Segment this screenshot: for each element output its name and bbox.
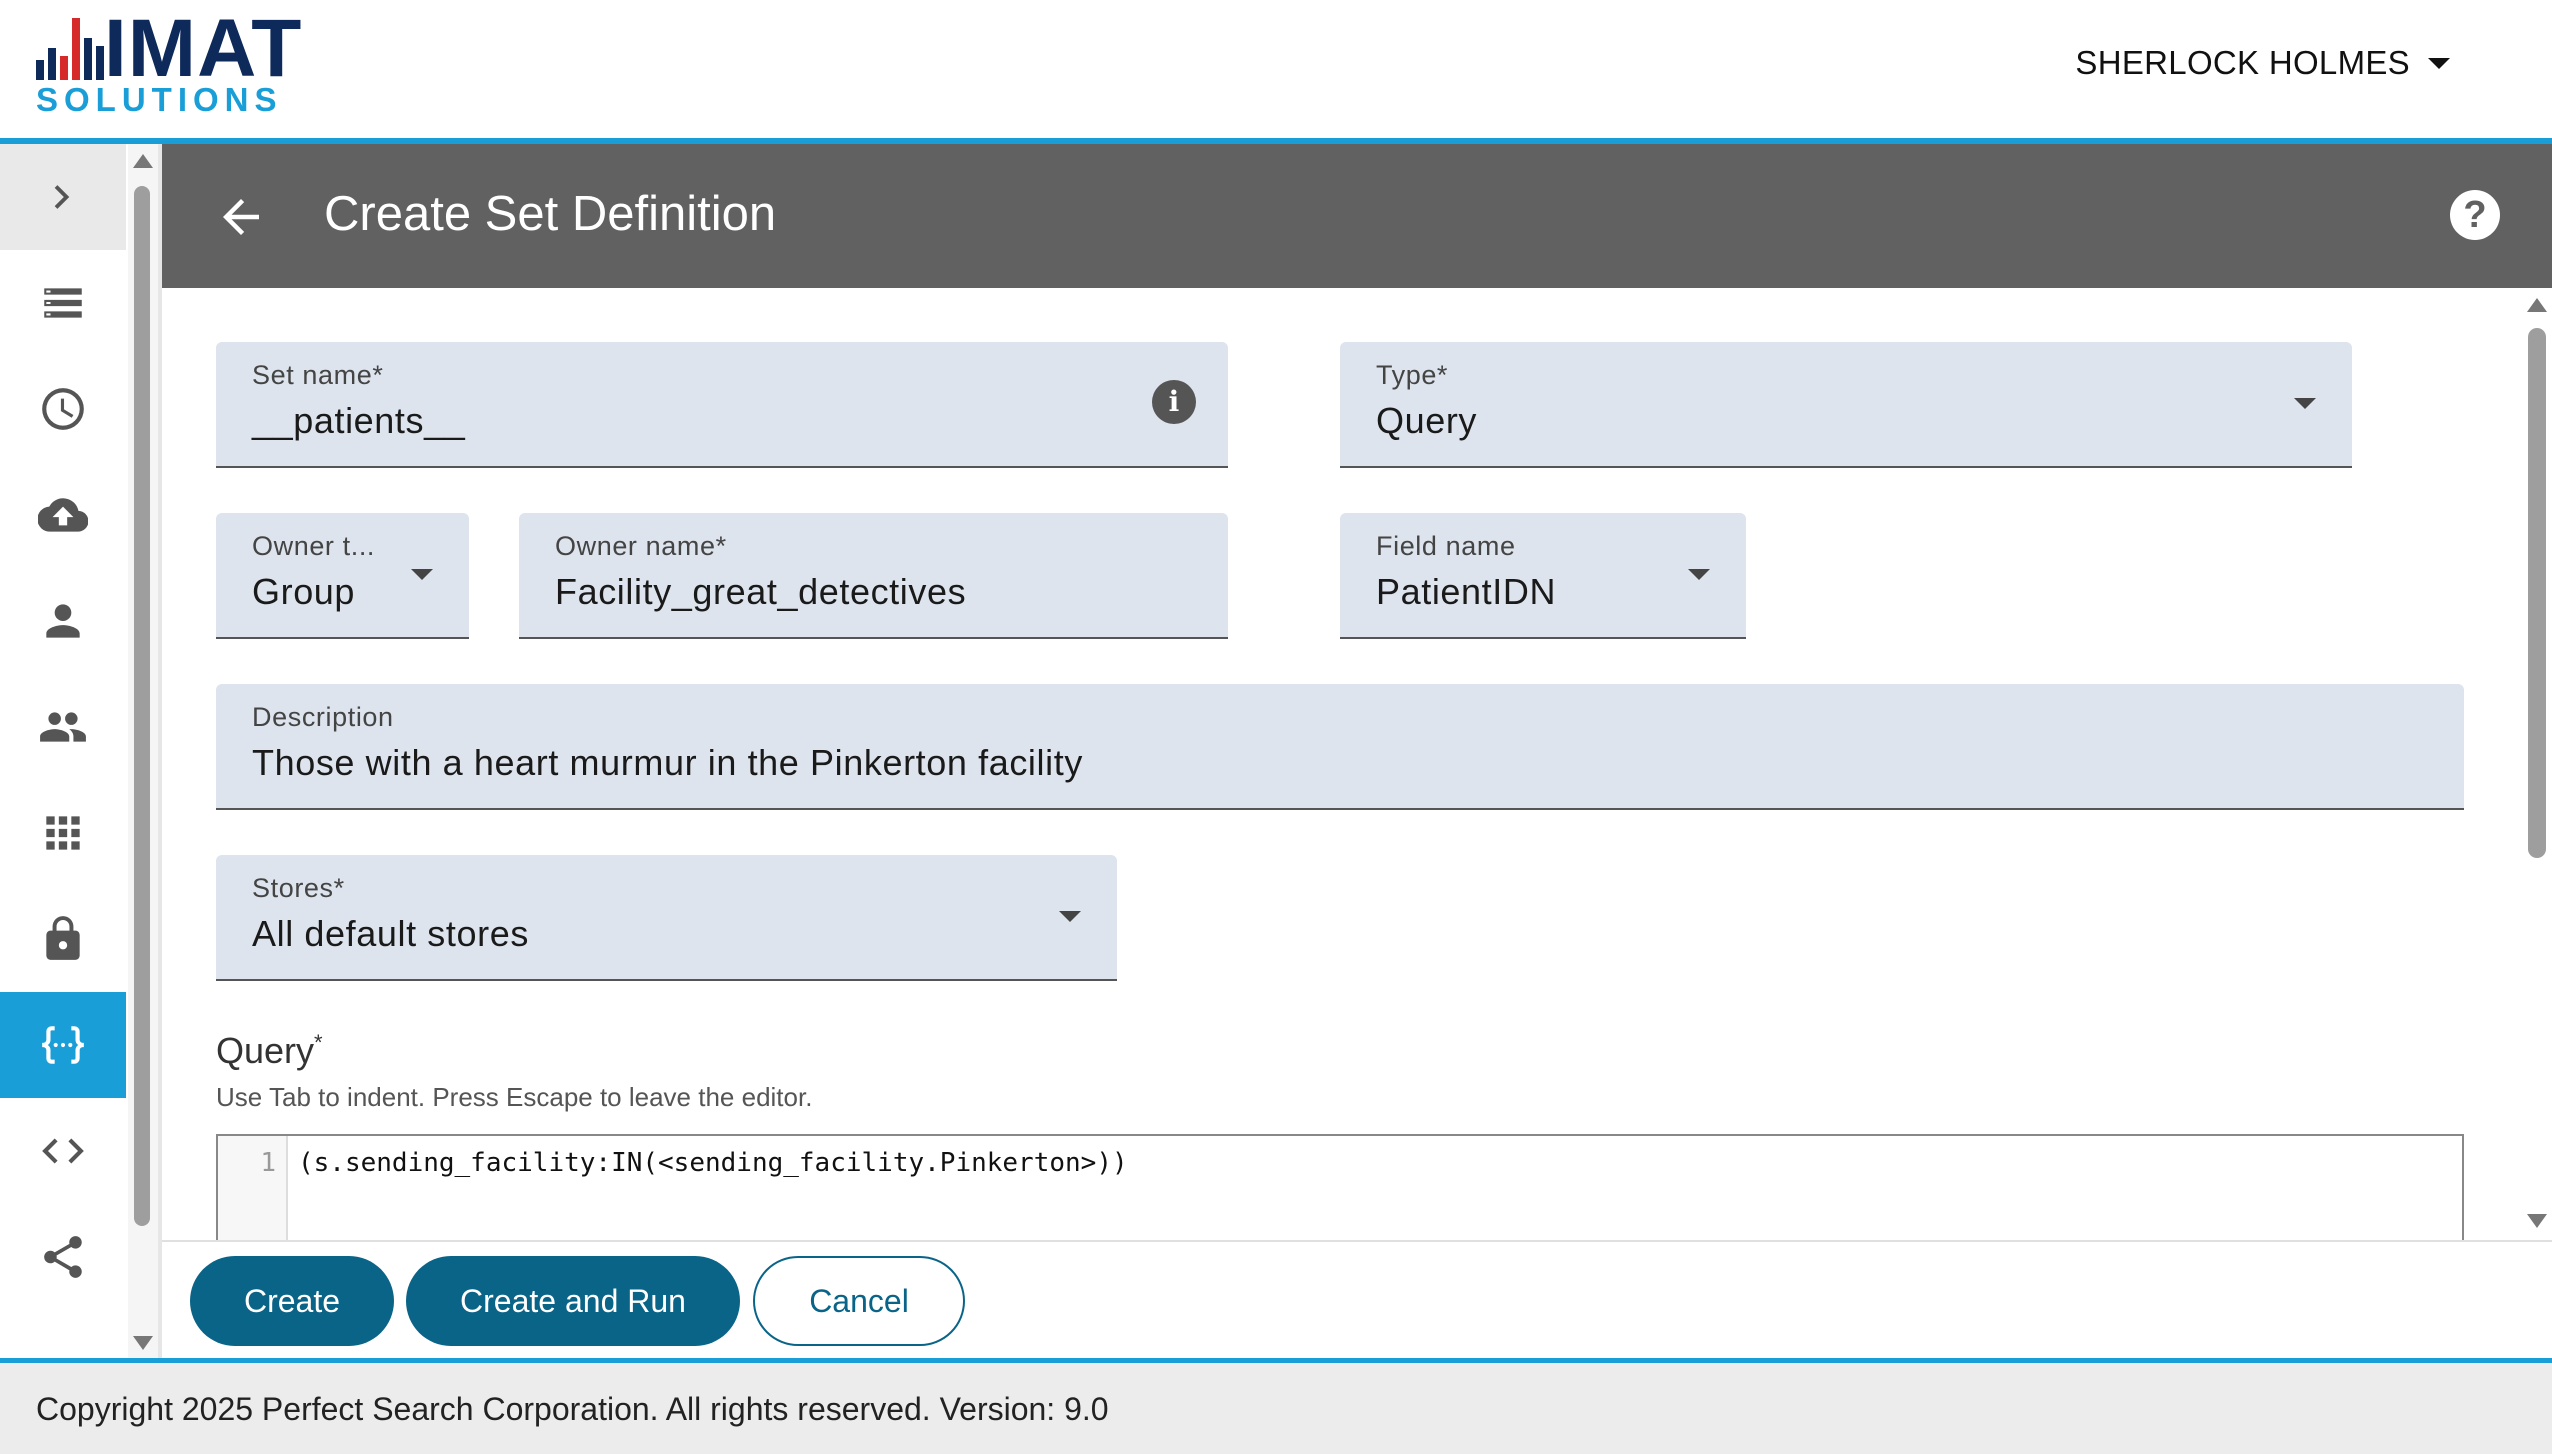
caret-down-icon [411,569,433,580]
required-mark: * [314,1030,323,1055]
caret-down-icon [1688,569,1710,580]
sidebar-item-sets[interactable] [0,250,126,356]
sidebar-item-security[interactable] [0,886,126,992]
caret-down-icon [2428,57,2450,69]
form-action-bar: Create Create and Run Cancel [162,1240,2552,1362]
line-number: 1 [260,1148,276,1178]
sidebar-expand-button[interactable] [0,144,126,250]
sidebar-item-apps[interactable] [0,780,126,886]
user-name: SHERLOCK HOLMES [2075,44,2410,81]
info-icon[interactable]: i [1152,380,1196,424]
stores-value: All default stores [252,913,529,954]
share-icon [44,1236,82,1278]
cancel-button[interactable]: Cancel [753,1256,965,1346]
scroll-down-arrow-icon[interactable] [133,1336,153,1350]
cloud-upload-icon [38,498,88,532]
form-scrollbar[interactable] [2522,288,2552,1240]
stores-label: Stores* [252,873,345,903]
code-icon [42,1138,84,1164]
field-name-label: Field name [1376,531,1516,561]
logo-bars-icon [36,18,104,80]
person-icon [46,604,80,638]
type-label: Type* [1376,360,1449,390]
imat-logo[interactable]: IMAT SOLUTIONS [34,8,314,118]
owner-type-label: Owner t... [252,531,376,561]
braces-icon [42,1026,84,1064]
owner-type-value: Group [252,571,356,612]
query-label: Query* [216,1030,323,1071]
page-title: Create Set Definition [324,187,777,241]
chevron-right-icon [54,185,70,209]
sidebar-scrollbar[interactable] [128,144,158,1362]
user-menu[interactable]: SHERLOCK HOLMES [2075,44,2450,82]
field-name-value: PatientIDN [1376,571,1557,612]
owner-name-field[interactable]: Owner name* Facility_great_detectives [519,513,1228,639]
apps-grid-icon [46,816,80,850]
set-name-field[interactable]: Set name* __patients__ i [216,342,1228,468]
sidebar-item-history[interactable] [0,356,126,462]
sidebar-item-set-definitions[interactable] [0,992,126,1098]
sidebar-item-code[interactable] [0,1098,126,1204]
owner-name-value[interactable]: Facility_great_detectives [555,571,966,613]
description-field[interactable]: Description Those with a heart murmur in… [216,684,2464,810]
sidebar [0,144,126,1362]
sidebar-scrollbar-thumb[interactable] [134,186,150,1226]
stores-select[interactable]: Stores* All default stores [216,855,1117,981]
scroll-down-arrow-icon[interactable] [2527,1214,2547,1228]
logo-wordmark: IMAT [104,3,303,94]
people-icon [40,712,86,742]
query-editor[interactable]: 1 (s.sending_facility:IN(<sending_facili… [216,1134,2464,1240]
list-icon [44,288,82,318]
form-scrollbar-thumb[interactable] [2528,328,2546,858]
query-hint: Use Tab to indent. Press Escape to leave… [216,1082,813,1112]
create-and-run-button[interactable]: Create and Run [406,1256,740,1346]
owner-type-select[interactable]: Owner t... Group [216,513,469,639]
sidebar-item-upload[interactable] [0,462,126,568]
sidebar-item-groups[interactable] [0,674,126,780]
caret-down-icon [1059,911,1081,922]
set-name-label: Set name* [252,360,384,390]
sidebar-item-share[interactable] [0,1204,126,1310]
arrow-left-icon[interactable] [214,190,268,244]
caret-down-icon [2294,398,2316,409]
set-definition-form: Set name* __patients__ i Type* Query Own… [162,288,2522,1240]
field-name-select[interactable]: Field name PatientIDN [1340,513,1746,639]
type-select[interactable]: Type* Query [1340,342,2352,468]
description-value[interactable]: Those with a heart murmur in the Pinkert… [252,742,1083,784]
scroll-up-arrow-icon[interactable] [133,154,153,168]
footer: Copyright 2025 Perfect Search Corporatio… [0,1363,2552,1454]
help-icon[interactable]: ? [2450,190,2500,240]
app-header: IMAT SOLUTIONS SHERLOCK HOLMES [0,0,2552,138]
editor-gutter: 1 [218,1136,288,1240]
lock-icon [46,916,80,960]
type-value: Query [1376,400,1478,441]
scroll-up-arrow-icon[interactable] [2527,298,2547,312]
set-name-value[interactable]: __patients__ [252,400,465,442]
sidebar-item-user[interactable] [0,568,126,674]
code-line[interactable]: (s.sending_facility:IN(<sending_facility… [298,1148,1128,1178]
description-label: Description [252,702,394,732]
page-title-bar: Create Set Definition ? [162,144,2552,288]
owner-name-label: Owner name* [555,531,727,561]
clock-icon [42,388,84,430]
copyright-text: Copyright 2025 Perfect Search Corporatio… [36,1391,1109,1427]
logo-subtitle: SOLUTIONS [36,81,283,118]
create-button[interactable]: Create [190,1256,394,1346]
